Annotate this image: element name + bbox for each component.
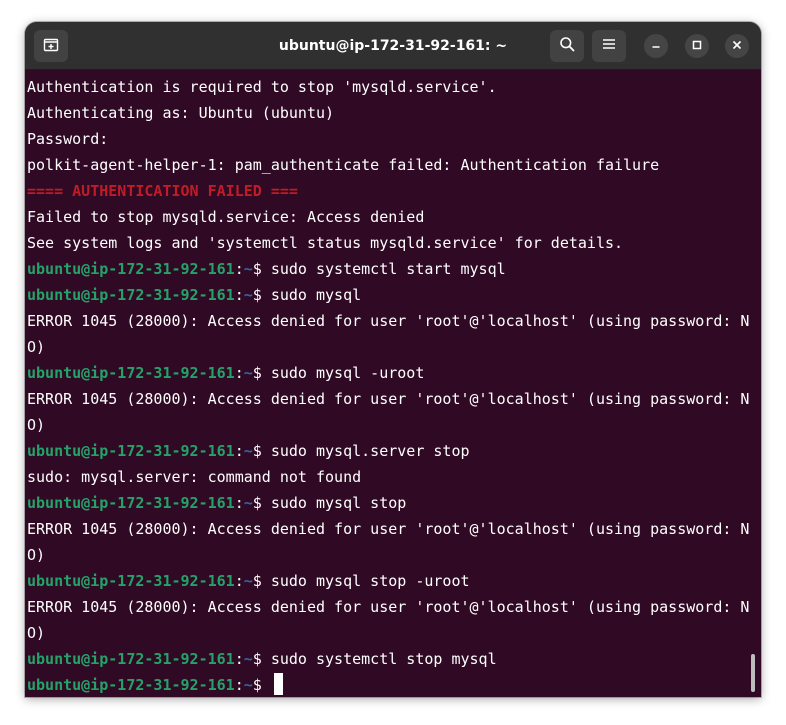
new-tab-icon xyxy=(43,36,59,57)
command-text: sudo systemctl start mysql xyxy=(270,260,506,278)
prompt-user-host: ubuntu@ip-172-31-92-161 xyxy=(27,650,235,668)
prompt-path: ~ xyxy=(243,260,253,278)
output-text: O) xyxy=(27,624,46,642)
output-line: Authentication is required to stop 'mysq… xyxy=(27,74,751,100)
output-text: Authenticating as: Ubuntu (ubuntu) xyxy=(27,104,335,122)
output-line: O) xyxy=(27,542,751,568)
output-text: Failed to stop mysqld.service: Access de… xyxy=(27,208,425,226)
prompt-line: ubuntu@ip-172-31-92-161:~$ sudo mysql st… xyxy=(27,568,751,594)
command-text: sudo mysql -uroot xyxy=(270,364,425,382)
prompt-separator: : xyxy=(234,260,244,278)
window-title: ubuntu@ip-172-31-92-161: ~ xyxy=(278,38,508,54)
prompt-path: ~ xyxy=(243,286,253,304)
prompt-line: ubuntu@ip-172-31-92-161:~$ sudo mysql -u… xyxy=(27,360,751,386)
output-line: O) xyxy=(27,412,751,438)
output-line: O) xyxy=(27,334,751,360)
prompt-line: ubuntu@ip-172-31-92-161:~$ sudo systemct… xyxy=(27,646,751,672)
terminal-output[interactable]: Authentication is required to stop 'mysq… xyxy=(27,74,751,696)
prompt-line: ubuntu@ip-172-31-92-161:~$ sudo mysql.se… xyxy=(27,438,751,464)
output-line: O) xyxy=(27,620,751,646)
output-line: See system logs and 'systemctl status my… xyxy=(27,230,751,256)
menu-button[interactable] xyxy=(592,30,626,62)
output-line: sudo: mysql.server: command not found xyxy=(27,464,751,490)
output-text: Authentication is required to stop 'mysq… xyxy=(27,78,497,96)
prompt-separator: : xyxy=(234,494,244,512)
output-line: Authenticating as: Ubuntu (ubuntu) xyxy=(27,100,751,126)
minimize-button[interactable] xyxy=(644,34,668,58)
output-line: ERROR 1045 (28000): Access denied for us… xyxy=(27,516,751,542)
title-bar[interactable]: ubuntu@ip-172-31-92-161: ~ xyxy=(25,22,761,70)
command-text: sudo mysql stop xyxy=(270,494,407,512)
error-banner-line: ==== AUTHENTICATION FAILED === xyxy=(27,178,751,204)
output-text: See system logs and 'systemctl status my… xyxy=(27,234,624,252)
output-line: Failed to stop mysqld.service: Access de… xyxy=(27,204,751,230)
search-button[interactable] xyxy=(550,30,584,62)
prompt-path: ~ xyxy=(243,364,253,382)
prompt-symbol: $ xyxy=(252,442,271,460)
output-text: O) xyxy=(27,338,46,356)
hamburger-menu-icon xyxy=(602,37,616,56)
output-line: ERROR 1045 (28000): Access denied for us… xyxy=(27,594,751,620)
prompt-line: ubuntu@ip-172-31-92-161:~$ sudo systemct… xyxy=(27,256,751,282)
prompt-symbol: $ xyxy=(252,572,271,590)
output-text: sudo: mysql.server: command not found xyxy=(27,468,362,486)
minimize-icon xyxy=(651,37,661,55)
scrollbar[interactable] xyxy=(751,654,755,692)
command-text: sudo mysql stop -uroot xyxy=(270,572,470,590)
output-line: Password: xyxy=(27,126,751,152)
prompt-user-host: ubuntu@ip-172-31-92-161 xyxy=(27,676,235,694)
prompt-separator: : xyxy=(234,572,244,590)
output-text: ERROR 1045 (28000): Access denied for us… xyxy=(27,520,750,538)
output-line: polkit-agent-helper-1: pam_authenticate … xyxy=(27,152,751,178)
output-text: ERROR 1045 (28000): Access denied for us… xyxy=(27,312,750,330)
prompt-path: ~ xyxy=(243,572,253,590)
prompt-path: ~ xyxy=(243,442,253,460)
output-line: ERROR 1045 (28000): Access denied for us… xyxy=(27,308,751,334)
prompt-symbol: $ xyxy=(252,364,271,382)
prompt-separator: : xyxy=(234,676,244,694)
prompt-symbol: $ xyxy=(252,676,271,694)
output-text: O) xyxy=(27,546,46,564)
prompt-line: ubuntu@ip-172-31-92-161:~$ sudo mysql xyxy=(27,282,751,308)
maximize-icon xyxy=(692,37,702,55)
prompt-symbol: $ xyxy=(252,494,271,512)
command-text: sudo mysql.server stop xyxy=(270,442,470,460)
prompt-line: ubuntu@ip-172-31-92-161:~$ xyxy=(27,672,751,697)
terminal-window: ubuntu@ip-172-31-92-161: ~ Authenticatio… xyxy=(25,22,761,697)
output-text: O) xyxy=(27,416,46,434)
command-text: sudo systemctl stop mysql xyxy=(270,650,497,668)
command-text: sudo mysql xyxy=(270,286,362,304)
error-banner-text: ==== AUTHENTICATION FAILED === xyxy=(27,182,298,200)
output-line: ERROR 1045 (28000): Access denied for us… xyxy=(27,386,751,412)
new-tab-button[interactable] xyxy=(34,30,68,62)
output-text: Password: xyxy=(27,130,109,148)
prompt-user-host: ubuntu@ip-172-31-92-161 xyxy=(27,260,235,278)
output-text: polkit-agent-helper-1: pam_authenticate … xyxy=(27,156,660,174)
close-button[interactable] xyxy=(725,34,749,58)
prompt-separator: : xyxy=(234,442,244,460)
prompt-user-host: ubuntu@ip-172-31-92-161 xyxy=(27,286,235,304)
prompt-path: ~ xyxy=(243,650,253,668)
prompt-path: ~ xyxy=(243,676,253,694)
prompt-user-host: ubuntu@ip-172-31-92-161 xyxy=(27,494,235,512)
output-text: ERROR 1045 (28000): Access denied for us… xyxy=(27,598,750,616)
maximize-button[interactable] xyxy=(685,34,709,58)
prompt-symbol: $ xyxy=(252,286,271,304)
prompt-separator: : xyxy=(234,650,244,668)
prompt-user-host: ubuntu@ip-172-31-92-161 xyxy=(27,364,235,382)
prompt-separator: : xyxy=(234,286,244,304)
search-icon xyxy=(559,36,575,57)
prompt-symbol: $ xyxy=(252,650,271,668)
prompt-line: ubuntu@ip-172-31-92-161:~$ sudo mysql st… xyxy=(27,490,751,516)
prompt-path: ~ xyxy=(243,494,253,512)
prompt-user-host: ubuntu@ip-172-31-92-161 xyxy=(27,442,235,460)
close-icon xyxy=(732,37,742,55)
output-text: ERROR 1045 (28000): Access denied for us… xyxy=(27,390,750,408)
prompt-user-host: ubuntu@ip-172-31-92-161 xyxy=(27,572,235,590)
prompt-symbol: $ xyxy=(252,260,271,278)
prompt-separator: : xyxy=(234,364,244,382)
text-cursor xyxy=(273,672,283,695)
